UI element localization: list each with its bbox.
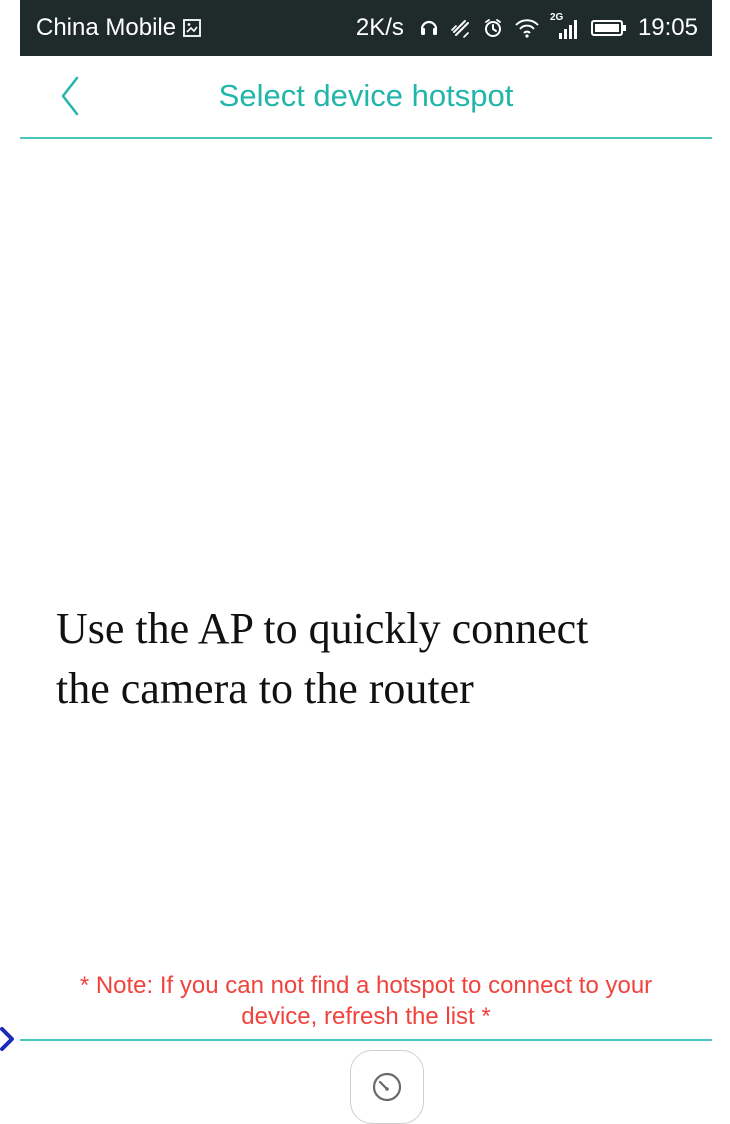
refresh-button[interactable] [350,1050,424,1124]
wifi-icon [514,17,540,39]
clock-time: 19:05 [637,14,698,41]
app-screen: China Mobile 2K/s 2G 19:05 Select device… [20,0,712,1124]
signal-icon: 2G [550,12,580,41]
instruction-text: Use the AP to quickly connect the camera… [56,599,676,719]
network-speed: 2K/s [355,14,404,41]
carrier-name: China Mobile [36,14,177,41]
hotspot-note: * Note: If you can not find a hotspot to… [34,970,698,1032]
status-right: 2K/s 2G 19:05 [355,12,698,42]
app-header: Select device hotspot [20,56,712,138]
headphones-icon [418,17,440,39]
refresh-icon [365,1065,409,1109]
vibrate-icon [450,17,472,39]
status-left: China Mobile [36,14,202,42]
note-line-2: device, refresh the list * [241,1003,491,1030]
page-title: Select device hotspot [218,78,514,113]
image-icon [182,18,202,38]
instruction-line-1: Use the AP to quickly connect [56,604,589,653]
alarm-icon [482,17,504,39]
status-bar: China Mobile 2K/s 2G 19:05 [20,0,712,56]
footer-divider [20,1039,712,1041]
instruction-line-2: the camera to the router [56,664,474,713]
header-divider [20,137,712,139]
note-line-1: * Note: If you can not find a hotspot to… [79,972,653,999]
chevron-right-icon [0,1025,16,1053]
battery-icon [590,17,628,39]
